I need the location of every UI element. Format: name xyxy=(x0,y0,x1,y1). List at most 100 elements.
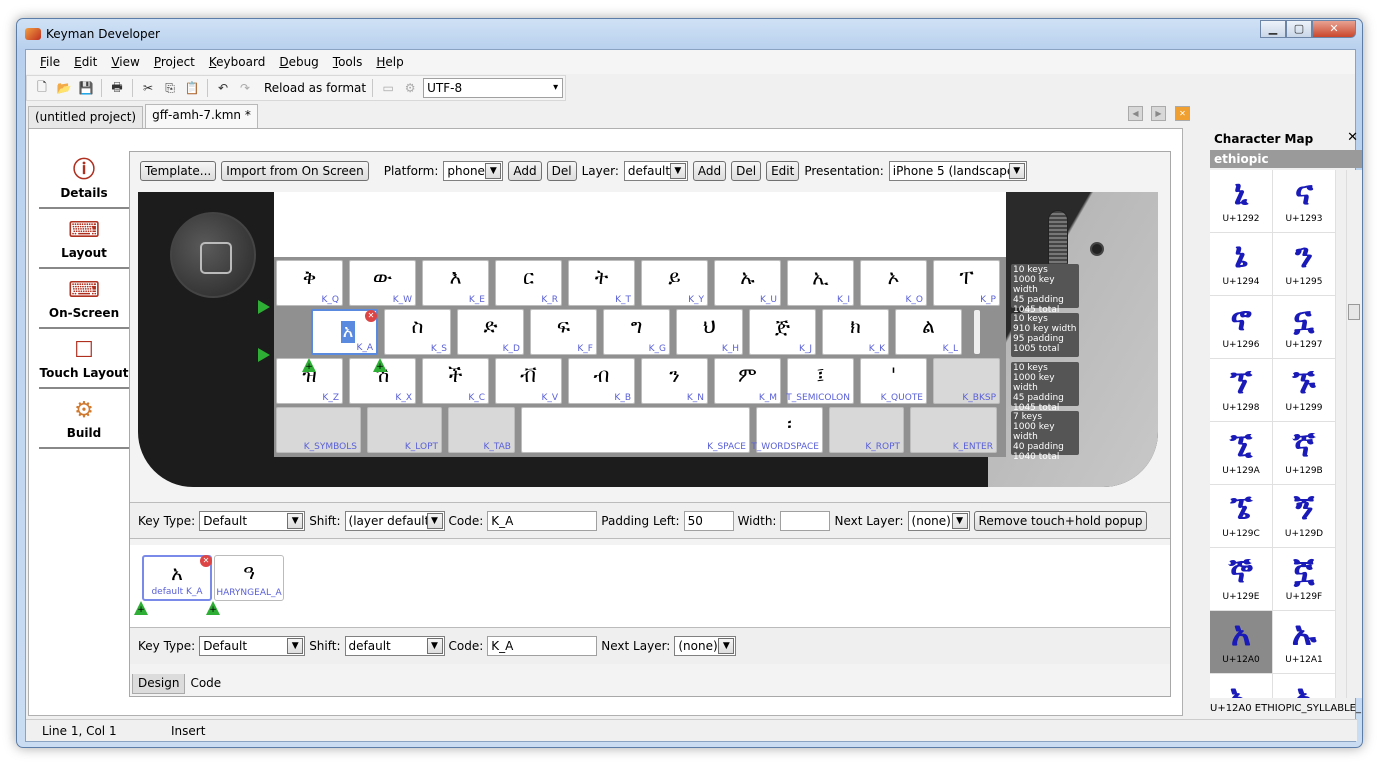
key-k-i[interactable]: ኢ K_I xyxy=(787,260,854,306)
presentation-select[interactable]: iPhone 5 (landscape) ▼ xyxy=(888,161,1027,181)
delete-popup-key-icon[interactable]: ✕ xyxy=(200,555,212,567)
padding-left-input[interactable]: 50 xyxy=(683,510,734,531)
debug-icon[interactable]: ⚙ xyxy=(401,79,419,97)
tab-prev-icon[interactable]: ◀ xyxy=(1128,106,1143,121)
nav-on-screen[interactable]: ⌨ On-Screen xyxy=(39,271,129,329)
key-k-ropt[interactable]: K_ROPT xyxy=(829,407,904,453)
tab-design[interactable]: Design xyxy=(132,674,186,694)
add-layer-button[interactable]: Add xyxy=(692,161,727,181)
menu-help[interactable]: Help xyxy=(376,55,403,69)
encoding-select[interactable]: UTF-8 xyxy=(423,78,564,98)
key-k-f[interactable]: ፍ K_F xyxy=(530,309,597,355)
key-k-a[interactable]: አ K_A ✕ xyxy=(311,309,378,355)
key-k-b[interactable]: ብ K_B xyxy=(568,358,635,404)
character-cell[interactable]: ኔ U+1294 xyxy=(1210,233,1273,296)
row-insert-icon[interactable] xyxy=(258,348,270,362)
key-k-o[interactable]: ኦ K_O xyxy=(860,260,927,306)
key-k-bksp[interactable]: K_BKSP xyxy=(933,358,1000,404)
character-cell[interactable]: ኖ U+1296 xyxy=(1210,296,1273,359)
tab-untitled-project[interactable]: (untitled project) xyxy=(28,106,144,128)
key-k-lopt[interactable]: K_LOPT xyxy=(367,407,442,453)
close-window-button[interactable]: ✕ xyxy=(1312,20,1356,38)
key-k-r[interactable]: ር K_R xyxy=(495,260,562,306)
copy-icon[interactable]: ⎘ xyxy=(161,79,179,97)
paste-icon[interactable]: 📋 xyxy=(183,79,201,97)
cut-icon[interactable]: ✂ xyxy=(139,79,157,97)
key-k-t[interactable]: ት K_T xyxy=(568,260,635,306)
maximize-button[interactable]: ▢ xyxy=(1286,20,1312,38)
tab-next-icon[interactable]: ▶ xyxy=(1151,106,1166,121)
key-k-enter[interactable]: K_ENTER xyxy=(910,407,997,453)
key-k-w[interactable]: ው K_W xyxy=(349,260,416,306)
reload-as-format-button[interactable]: Reload as format xyxy=(264,81,366,95)
nav-layout[interactable]: ⌨ Layout xyxy=(39,211,129,269)
key-k-l[interactable]: ል K_L xyxy=(895,309,962,355)
edit-layer-button[interactable]: Edit xyxy=(766,161,800,181)
close-icon[interactable]: ✕ xyxy=(1347,130,1358,145)
tab-keyboard-file[interactable]: gff-amh-7.kmn * xyxy=(145,104,258,128)
nav-build[interactable]: ⚙ Build xyxy=(39,391,129,449)
print-icon[interactable]: 🖶 xyxy=(108,79,126,97)
key-k-space[interactable]: K_SPACE xyxy=(521,407,750,453)
row-resize-handle[interactable] xyxy=(974,310,980,354)
menu-view[interactable]: View xyxy=(111,55,139,69)
remove-popup-button[interactable]: Remove touch+hold popup xyxy=(973,510,1148,531)
key-k-s[interactable]: ስ K_S xyxy=(384,309,451,355)
add-popup-key-icon[interactable]: + xyxy=(206,601,220,615)
character-cell[interactable]: ኒ U+1292 xyxy=(1210,170,1273,233)
key-k-quote[interactable]: ' K_QUOTE xyxy=(860,358,927,404)
key-k-n[interactable]: ን K_N xyxy=(641,358,708,404)
key-k-j[interactable]: ጅ K_J xyxy=(749,309,816,355)
add-platform-button[interactable]: Add xyxy=(508,161,542,181)
character-cell[interactable]: ኜ U+129C xyxy=(1210,485,1273,548)
key-k-h[interactable]: ህ K_H xyxy=(676,309,743,355)
character-cell[interactable]: ኢ xyxy=(1210,674,1273,698)
platform-select[interactable]: phone ▼ xyxy=(443,161,504,181)
character-cell[interactable]: ኟ U+129F xyxy=(1273,548,1336,611)
new-file-icon[interactable]: 🗋 xyxy=(33,79,51,97)
key-t-wordspace[interactable]: ፡ T_WORDSPACE xyxy=(751,407,823,453)
popup-key[interactable]: ዓ HARYNGEAL_A xyxy=(214,555,284,601)
character-cell[interactable]: ኚ U+129A xyxy=(1210,422,1273,485)
menu-edit[interactable]: Edit xyxy=(74,55,97,69)
key-k-d[interactable]: ድ K_D xyxy=(457,309,524,355)
menu-project[interactable]: Project xyxy=(154,55,195,69)
character-cell[interactable]: ኡ U+12A1 xyxy=(1273,611,1336,674)
import-on-screen-button[interactable]: Import from On Screen xyxy=(221,161,369,181)
undo-icon[interactable]: ↶ xyxy=(214,79,232,97)
key-k-symbols[interactable]: K_SYMBOLS xyxy=(276,407,361,453)
open-folder-icon[interactable]: 📂 xyxy=(55,79,73,97)
key-t-semicolon[interactable]: ፤ T_SEMICOLON xyxy=(786,358,854,404)
character-map-scrollbar[interactable] xyxy=(1346,170,1362,698)
key-k-g[interactable]: ግ K_G xyxy=(603,309,670,355)
del-layer-button[interactable]: Del xyxy=(731,161,762,181)
popup-next-layer-select[interactable]: (none) ▼ xyxy=(674,636,737,656)
popup-key[interactable]: አ default K_A ✕ xyxy=(142,555,212,601)
character-cell[interactable]: ኗ U+1297 xyxy=(1273,296,1336,359)
key-k-v[interactable]: ቭ K_V xyxy=(495,358,562,404)
next-layer-select[interactable]: (none) ▼ xyxy=(907,510,970,531)
key-k-y[interactable]: ይ K_Y xyxy=(641,260,708,306)
key-type-select[interactable]: Default ▼ xyxy=(199,510,306,531)
character-cell[interactable]: ኘ U+1298 xyxy=(1210,359,1273,422)
menu-file[interactable]: File xyxy=(40,55,60,69)
key-k-k[interactable]: ክ K_K xyxy=(822,309,889,355)
template-button[interactable]: Template... xyxy=(140,161,217,181)
code-input[interactable]: K_A xyxy=(487,510,598,531)
character-cell[interactable]: አ U+12A0 xyxy=(1210,611,1273,674)
character-cell[interactable]: ኛ U+129B xyxy=(1273,422,1336,485)
tab-close-icon[interactable]: ✕ xyxy=(1175,106,1190,121)
key-k-e[interactable]: እ K_E xyxy=(422,260,489,306)
width-input[interactable] xyxy=(780,510,831,531)
redo-icon[interactable]: ↷ xyxy=(236,79,254,97)
tab-code[interactable]: Code xyxy=(185,674,226,694)
character-cell[interactable]: ኝ U+129D xyxy=(1273,485,1336,548)
character-cell[interactable]: ኞ U+129E xyxy=(1210,548,1273,611)
character-cell[interactable]: ና U+1293 xyxy=(1273,170,1336,233)
save-icon[interactable]: 💾 xyxy=(77,79,95,97)
popup-code-input[interactable]: K_A xyxy=(487,636,598,656)
character-cell[interactable]: ኣ xyxy=(1273,674,1336,698)
key-k-q[interactable]: ቅ K_Q xyxy=(276,260,343,306)
nav-touch-layout[interactable]: ☐ Touch Layout xyxy=(39,331,129,389)
shift-select[interactable]: (layer default) ▼ xyxy=(344,510,445,531)
